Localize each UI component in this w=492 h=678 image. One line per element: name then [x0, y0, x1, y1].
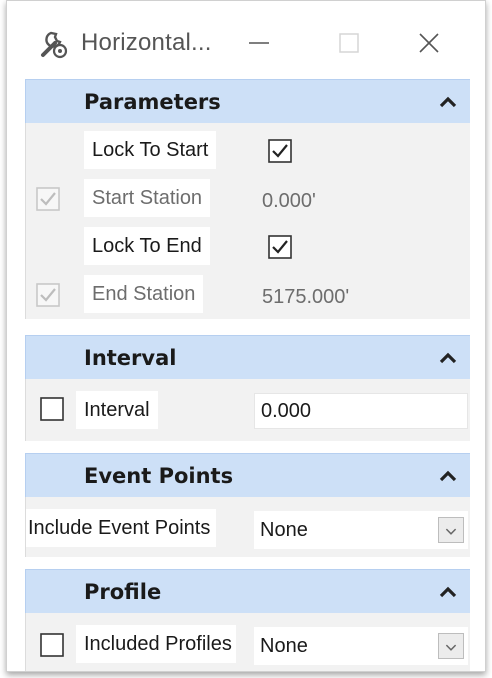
parameters-body: Lock To Start Start Station 0.000' Lock …: [25, 123, 470, 319]
title-bar[interactable]: Horizontal...: [7, 1, 485, 79]
included-profiles-label: Included Profiles: [76, 625, 236, 663]
profile-body: Included Profiles None: [25, 613, 470, 671]
end-station-checkbox[interactable]: [36, 283, 60, 307]
close-button[interactable]: [407, 21, 451, 65]
profile-header[interactable]: Profile: [25, 569, 470, 614]
interval-checkbox[interactable]: [40, 397, 64, 421]
parameters-header[interactable]: Parameters: [25, 79, 470, 124]
collapse-chevron-icon[interactable]: [436, 464, 460, 488]
start-station-checkbox[interactable]: [36, 187, 60, 211]
collapse-chevron-icon[interactable]: [436, 346, 460, 370]
include-event-points-dropdown[interactable]: None: [254, 511, 468, 549]
event-points-header[interactable]: Event Points: [25, 453, 470, 498]
interval-header[interactable]: Interval: [25, 335, 470, 380]
end-station-value: 5175.000': [262, 286, 350, 308]
maximize-button[interactable]: [327, 21, 371, 65]
horizontal-tool-window: Horizontal... Parameters Lock To Start S…: [6, 0, 486, 672]
lock-to-start-checkbox[interactable]: [268, 139, 292, 163]
interval-input[interactable]: 0.000: [254, 393, 468, 429]
lock-to-end-label: Lock To End: [84, 227, 210, 265]
end-station-label: End Station: [84, 275, 204, 313]
parameters-title: Parameters: [84, 90, 221, 114]
lock-to-end-checkbox[interactable]: [268, 235, 292, 259]
start-station-value: 0.000': [262, 190, 316, 212]
interval-label: Interval: [76, 391, 158, 429]
included-profiles-dropdown[interactable]: None: [254, 627, 468, 665]
collapse-chevron-icon[interactable]: [436, 90, 460, 114]
wrench-gear-icon: [37, 27, 71, 61]
chevron-down-icon[interactable]: [438, 633, 464, 659]
included-profiles-checkbox[interactable]: [40, 633, 64, 657]
lock-to-start-label: Lock To Start: [84, 131, 217, 169]
included-profiles-selected: None: [260, 635, 308, 657]
minimize-button[interactable]: [237, 21, 281, 65]
event-points-body: Include Event Points None: [25, 497, 470, 557]
collapse-chevron-icon[interactable]: [436, 580, 460, 604]
interval-body: Interval 0.000: [25, 379, 470, 441]
chevron-down-icon[interactable]: [438, 517, 464, 543]
include-event-points-selected: None: [260, 519, 308, 541]
window-title: Horizontal...: [81, 29, 212, 56]
include-event-points-label: Include Event Points: [26, 509, 217, 547]
interval-title: Interval: [84, 346, 177, 370]
event-points-title: Event Points: [84, 464, 234, 488]
start-station-label: Start Station: [84, 179, 211, 217]
profile-title: Profile: [84, 580, 162, 604]
